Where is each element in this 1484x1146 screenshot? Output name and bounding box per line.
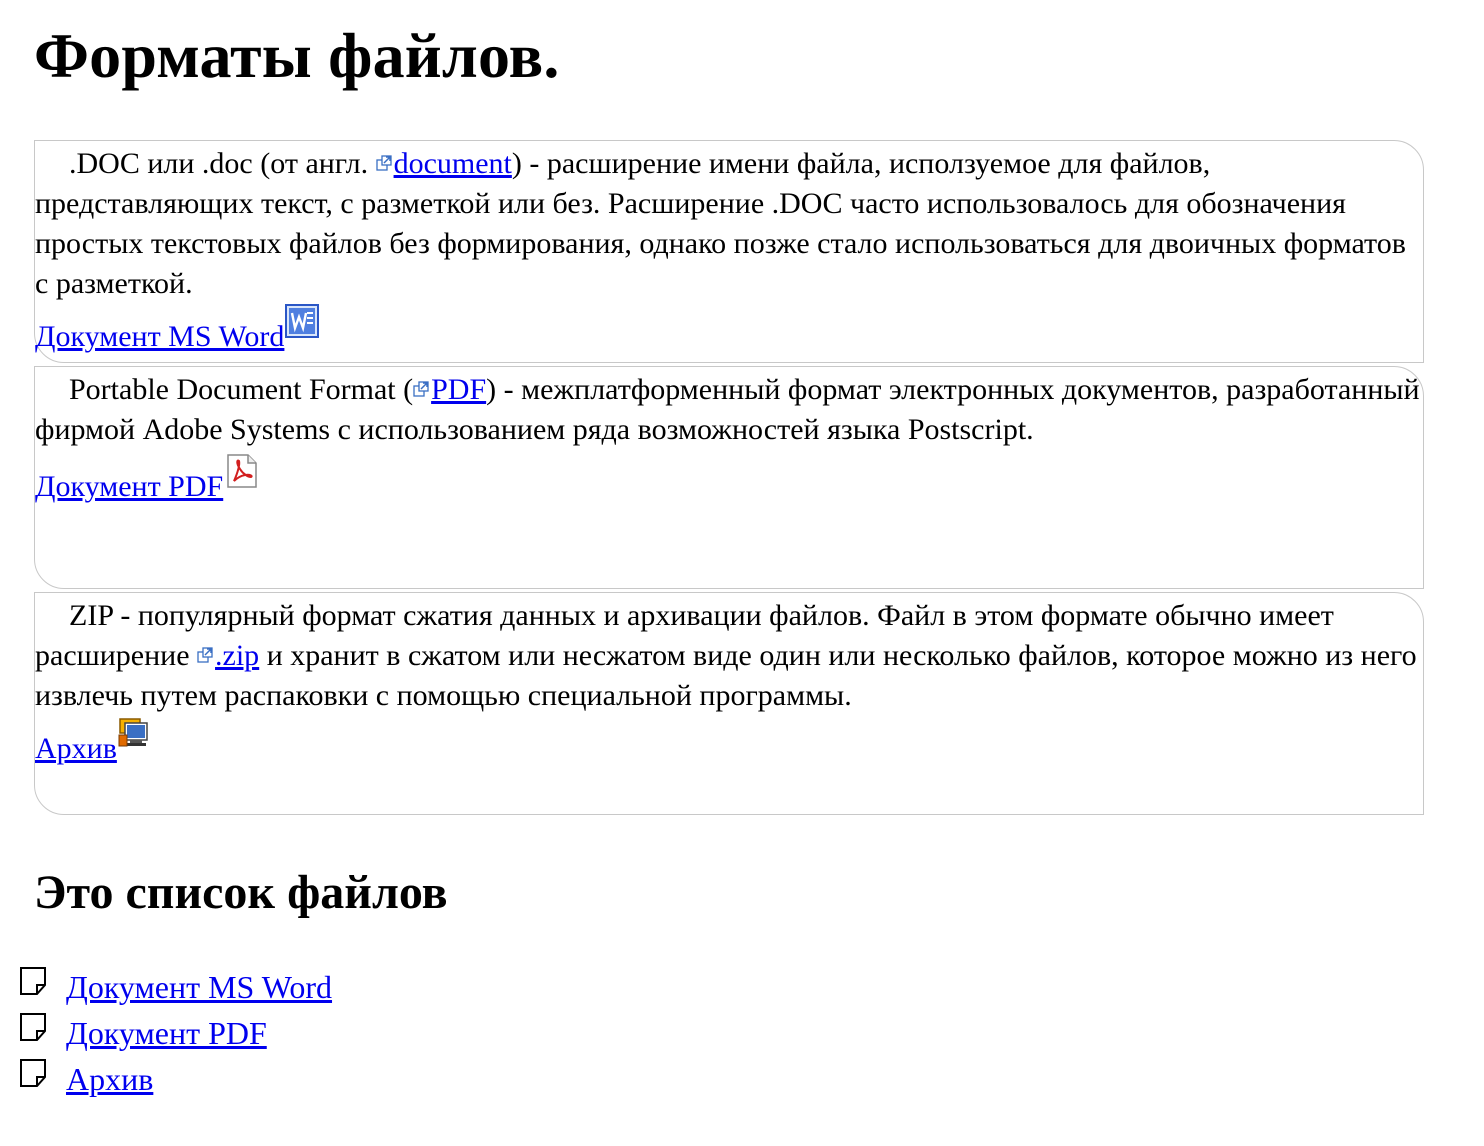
download-link-pdf[interactable]: Документ PDF	[35, 470, 223, 503]
file-list: Документ MS Word Документ PDF Архив	[18, 964, 332, 1102]
ms-word-icon	[285, 304, 320, 338]
document-icon	[18, 965, 50, 997]
list-item: Документ PDF	[18, 1010, 332, 1056]
file-list-heading: Это список файлов	[34, 866, 448, 919]
formats-section: .DOC или .doc (от англ. document) - расш…	[34, 140, 1424, 815]
format-description: ZIP - популярный формат сжатия данных и …	[35, 599, 1417, 712]
pdf-icon	[227, 454, 257, 488]
format-description: .DOC или .doc (от англ. document) - расш…	[35, 147, 1406, 300]
download-link-archive[interactable]: Архив	[35, 732, 117, 765]
file-link-word[interactable]: Документ MS Word	[66, 964, 332, 1010]
format-box-doc: .DOC или .doc (от англ. document) - расш…	[34, 140, 1424, 363]
document-icon	[18, 1057, 50, 1089]
external-link[interactable]: .zip	[197, 639, 259, 672]
format-box-pdf: Portable Document Format (PDF) - межплат…	[34, 366, 1424, 589]
download-link-word[interactable]: Документ MS Word	[35, 320, 284, 353]
external-link[interactable]: PDF	[413, 373, 486, 406]
page-content: Форматы файлов. .DOC или .doc (от англ. …	[34, 0, 1424, 921]
format-description: Portable Document Format (PDF) - межплат…	[35, 373, 1420, 446]
list-item: Архив	[18, 1056, 332, 1102]
file-link-pdf[interactable]: Документ PDF	[66, 1010, 267, 1056]
external-link-icon	[376, 155, 392, 171]
external-link-icon	[413, 381, 429, 397]
external-link[interactable]: document	[376, 147, 512, 180]
file-link-archive[interactable]: Архив	[66, 1056, 153, 1102]
external-link-icon	[197, 647, 213, 663]
archive-icon	[118, 718, 148, 747]
format-box-zip: ZIP - популярный формат сжатия данных и …	[34, 592, 1424, 815]
document-icon	[18, 1011, 50, 1043]
page-title: Форматы файлов.	[34, 20, 560, 91]
list-item: Документ MS Word	[18, 964, 332, 1010]
